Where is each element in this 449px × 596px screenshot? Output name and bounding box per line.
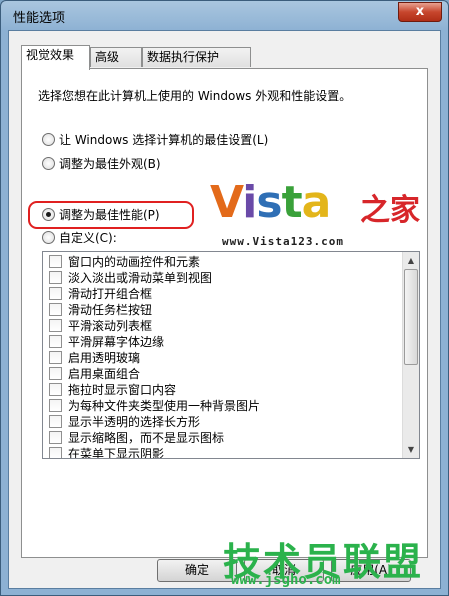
- apply-button[interactable]: 应用(A): [331, 559, 411, 582]
- list-item[interactable]: 启用桌面组合: [49, 366, 140, 383]
- tab-label: 视觉效果: [26, 48, 75, 62]
- ok-button[interactable]: 确定: [157, 559, 237, 582]
- checkbox[interactable]: [49, 431, 62, 444]
- list-item[interactable]: 淡入淡出或滑动菜单到视图: [49, 270, 212, 287]
- list-item[interactable]: 为每种文件夹类型使用一种背景图片: [49, 398, 260, 415]
- title-bar[interactable]: 性能选项 x: [1, 1, 448, 29]
- checkbox[interactable]: [49, 399, 62, 412]
- list-item-label: 平滑滚动列表框: [68, 319, 153, 333]
- checkbox[interactable]: [49, 415, 62, 428]
- list-item[interactable]: 显示缩略图，而不是显示图标: [49, 430, 224, 447]
- list-item[interactable]: 平滑滚动列表框: [49, 318, 152, 335]
- list-item-label: 窗口内的动画控件和元素: [68, 255, 201, 269]
- checkbox[interactable]: [49, 367, 62, 380]
- dialog-client-area: 视觉效果 高级 数据执行保护 选择您想在此计算机上使用的 Windows 外观和…: [8, 30, 441, 589]
- scroll-down-icon[interactable]: ▼: [404, 442, 418, 457]
- tab-label: 高级: [95, 50, 120, 64]
- tab-label: 数据执行保护: [147, 50, 220, 64]
- list-item-label: 滑动任务栏按钮: [68, 303, 153, 317]
- checkbox[interactable]: [49, 351, 62, 364]
- scroll-up-icon[interactable]: ▲: [404, 253, 418, 268]
- radio-custom[interactable]: 自定义(C):: [42, 229, 117, 247]
- checkbox[interactable]: [49, 303, 62, 316]
- vista-logo-text: Vista: [210, 177, 331, 228]
- tab-data-execution-prevention[interactable]: 数据执行保护: [142, 47, 251, 67]
- checkbox[interactable]: [49, 255, 62, 268]
- list-item[interactable]: 滑动任务栏按钮: [49, 302, 152, 319]
- vista-logo-url: www.Vista123.com: [222, 235, 344, 248]
- close-icon: x: [415, 4, 425, 19]
- list-item[interactable]: 平滑屏幕字体边缘: [49, 334, 164, 351]
- vista-logo-cn: 之家: [360, 193, 420, 228]
- checkbox[interactable]: [49, 383, 62, 396]
- checkbox[interactable]: [49, 447, 62, 458]
- list-item[interactable]: 滑动打开组合框: [49, 286, 152, 303]
- list-item-label: 显示缩略图，而不是显示图标: [68, 431, 225, 445]
- cancel-button[interactable]: 取消: [244, 559, 324, 582]
- radio-icon[interactable]: [42, 231, 55, 244]
- visual-effects-panel: 选择您想在此计算机上使用的 Windows 外观和性能设置。 让 Windows…: [21, 68, 428, 558]
- list-item-label: 拖拉时显示窗口内容: [68, 383, 177, 397]
- list-item-label: 启用透明玻璃: [68, 351, 141, 365]
- radio-best-appearance[interactable]: 调整为最佳外观(B): [42, 155, 161, 173]
- radio-icon[interactable]: [42, 157, 55, 170]
- list-item-label: 淡入淡出或滑动菜单到视图: [68, 271, 213, 285]
- list-item[interactable]: 拖拉时显示窗口内容: [49, 382, 176, 399]
- list-item-label: 启用桌面组合: [68, 367, 141, 381]
- tab-visual-effects[interactable]: 视觉效果: [21, 45, 90, 70]
- list-item-label: 显示半透明的选择长方形: [68, 415, 201, 429]
- list-item[interactable]: 显示半透明的选择长方形: [49, 414, 200, 431]
- vista-logo-word: Vista: [210, 177, 331, 228]
- list-item-label: 为每种文件夹类型使用一种背景图片: [68, 399, 261, 413]
- list-item[interactable]: 启用透明玻璃: [49, 350, 140, 367]
- checkbox[interactable]: [49, 335, 62, 348]
- list-item-label: 滑动打开组合框: [68, 287, 153, 301]
- radio-label: 自定义(C):: [59, 231, 117, 245]
- visual-effects-list[interactable]: 窗口内的动画控件和元素 淡入淡出或滑动菜单到视图 滑动打开组合框 滑动任务栏按钮…: [42, 251, 420, 459]
- radio-label: 调整为最佳外观(B): [59, 157, 161, 171]
- red-highlight-box: [28, 201, 194, 229]
- radio-let-windows-choose[interactable]: 让 Windows 选择计算机的最佳设置(L): [42, 131, 268, 149]
- list-scrollbar[interactable]: ▲ ▼: [402, 252, 419, 458]
- checkbox[interactable]: [49, 319, 62, 332]
- checkbox[interactable]: [49, 271, 62, 284]
- scroll-thumb[interactable]: [404, 269, 418, 365]
- radio-label: 让 Windows 选择计算机的最佳设置(L): [59, 133, 269, 147]
- window-title: 性能选项: [13, 11, 66, 26]
- performance-options-window: 性能选项 x 视觉效果 高级 数据执行保护 选择您想在此计算机上使用的 Wind…: [0, 0, 449, 596]
- description-text: 选择您想在此计算机上使用的 Windows 外观和性能设置。: [38, 89, 352, 103]
- list-item[interactable]: 在菜单下显示阴影: [49, 446, 165, 459]
- radio-icon[interactable]: [42, 133, 55, 146]
- list-item[interactable]: 窗口内的动画控件和元素: [49, 254, 200, 271]
- list-item-label: 平滑屏幕字体边缘: [68, 335, 165, 349]
- close-button[interactable]: x: [398, 2, 442, 22]
- checkbox[interactable]: [49, 287, 62, 300]
- tab-advanced[interactable]: 高级: [90, 47, 142, 67]
- list-item-label: 在菜单下显示阴影: [68, 447, 165, 459]
